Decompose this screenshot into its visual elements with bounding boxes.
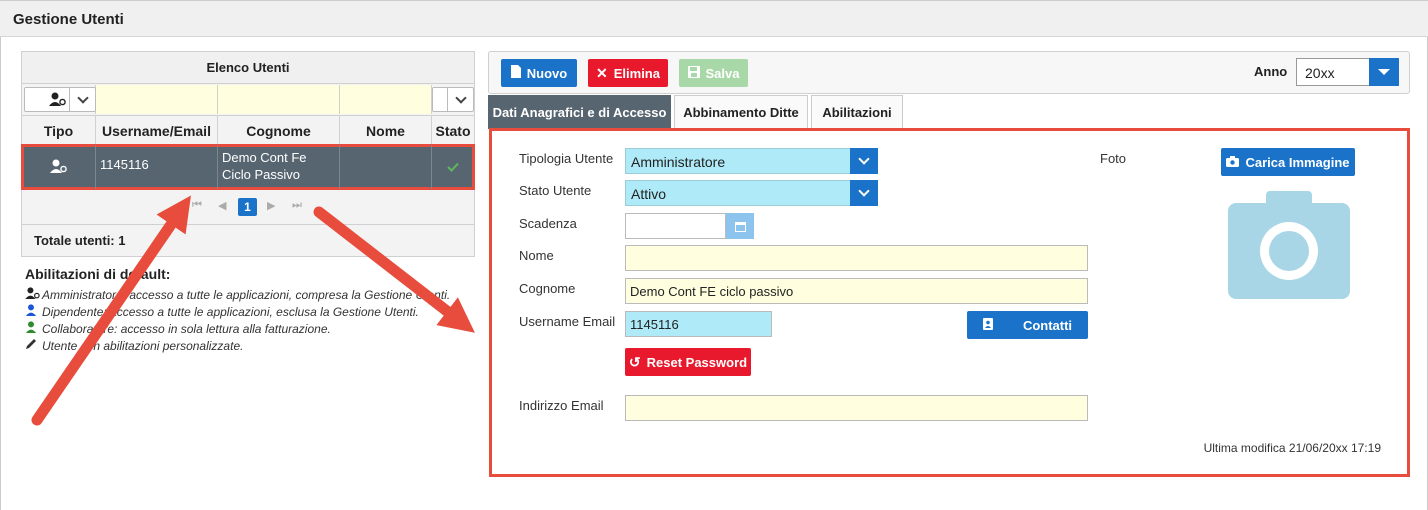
- new-button-label: Nuovo: [526, 65, 568, 81]
- tipologia-select[interactable]: Amministratore: [625, 148, 878, 174]
- list-item: Utente con abilitazioni personalizzate.: [25, 337, 465, 354]
- photo-placeholder-icon: [1228, 191, 1350, 302]
- header-bar: Gestione Utenti: [0, 0, 1428, 37]
- check-icon: [447, 160, 459, 175]
- year-select[interactable]: 20xx: [1296, 58, 1399, 86]
- username-filter-input[interactable]: [96, 85, 218, 114]
- save-icon: [687, 65, 700, 81]
- tab-dati-anagrafici[interactable]: Dati Anagrafici e di Accesso: [488, 95, 671, 129]
- stato-filter-select[interactable]: [432, 87, 474, 112]
- row-username: 1145116: [96, 145, 218, 189]
- tab-abilitazioni[interactable]: Abilitazioni: [811, 95, 903, 129]
- cognome-input[interactable]: Demo Cont FE ciclo passivo: [625, 278, 1088, 304]
- chevron-down-icon: [69, 88, 95, 111]
- defaults-item-text: Dipendente: accesso a tutte le applicazi…: [42, 304, 419, 319]
- collaborator-user-icon: [25, 321, 42, 336]
- column-header-cognome[interactable]: Cognome: [218, 116, 340, 146]
- calendar-icon[interactable]: [726, 213, 754, 239]
- upload-image-label: Carica Immagine: [1245, 154, 1350, 170]
- tipologia-label: Tipologia Utente: [519, 151, 614, 166]
- table-row[interactable]: 1145116 Demo Cont Fe Ciclo Passivo: [21, 144, 475, 190]
- filter-row: [22, 85, 474, 114]
- save-button[interactable]: Salva: [679, 59, 748, 87]
- reset-password-label: Reset Password: [646, 354, 748, 370]
- email-label: Indirizzo Email: [519, 398, 604, 413]
- close-icon: ✕: [596, 64, 608, 81]
- default-permissions: Abilitazioni di default: Amministratore:…: [25, 266, 465, 354]
- username-label: Username Email: [519, 314, 616, 329]
- toolbar: Nuovo ✕ Elimina Salva Anno 20xx: [488, 51, 1410, 94]
- username-input[interactable]: 1145116: [625, 311, 772, 337]
- page-title: Gestione Utenti: [13, 11, 124, 28]
- list-item: Amministratore: accesso a tutte le appli…: [25, 286, 465, 303]
- row-nome: [340, 145, 432, 189]
- defaults-item-text: Utente con abilitazioni personalizzate.: [42, 338, 244, 353]
- user-list-panel: Elenco Utenti Tipo Username/Email Cognom…: [21, 51, 475, 257]
- pencil-icon: [25, 338, 42, 353]
- contatti-label: Contatti: [1022, 317, 1073, 333]
- contatti-button[interactable]: Contatti: [967, 311, 1088, 339]
- next-page-icon[interactable]: ▶: [267, 199, 275, 212]
- foto-label: Foto: [1100, 151, 1127, 166]
- column-header-stato[interactable]: Stato: [432, 116, 474, 146]
- save-button-label: Salva: [705, 65, 740, 81]
- chevron-down-icon: [447, 88, 473, 111]
- caret-down-icon: [1369, 58, 1399, 86]
- user-list-title: Elenco Utenti: [22, 52, 474, 84]
- upload-image-button[interactable]: Carica Immagine: [1221, 148, 1355, 176]
- admin-user-icon: [49, 92, 67, 109]
- defaults-item-text: Collaboratore: accesso in sola lettura a…: [42, 321, 331, 336]
- column-header-username[interactable]: Username/Email: [96, 116, 218, 146]
- prev-page-icon[interactable]: ◀: [218, 199, 226, 212]
- delete-button-label: Elimina: [613, 65, 660, 81]
- chevron-down-icon: [850, 148, 878, 174]
- defaults-item-text: Amministratore: accesso a tutte le appli…: [42, 287, 451, 302]
- file-icon: [510, 65, 521, 81]
- list-item: Dipendente: accesso a tutte le applicazi…: [25, 303, 465, 320]
- tipo-filter-select[interactable]: [24, 87, 96, 112]
- reset-password-button[interactable]: ↺ Reset Password: [625, 348, 751, 376]
- last-page-icon[interactable]: ⏭: [292, 199, 302, 212]
- nome-label: Nome: [519, 248, 554, 263]
- delete-button[interactable]: ✕ Elimina: [588, 59, 668, 87]
- admin-user-icon: [49, 159, 68, 176]
- tab-abbinamento-ditte[interactable]: Abbinamento Ditte: [674, 95, 808, 129]
- defaults-heading: Abilitazioni di default:: [25, 266, 171, 282]
- pagination: ⏮ ◀ 1 ▶ ⏭: [22, 189, 474, 224]
- main-content: Elenco Utenti Tipo Username/Email Cognom…: [0, 37, 1428, 510]
- new-button[interactable]: Nuovo: [501, 59, 577, 87]
- column-header-nome[interactable]: Nome: [340, 116, 432, 146]
- first-page-icon[interactable]: ⏮: [192, 199, 202, 212]
- nome-filter-input[interactable]: [340, 85, 432, 114]
- undo-icon: ↺: [628, 353, 641, 370]
- column-header-tipo[interactable]: Tipo: [22, 116, 96, 146]
- table-header: Tipo Username/Email Cognome Nome Stato: [22, 115, 474, 146]
- employee-user-icon: [25, 304, 42, 319]
- scadenza-input[interactable]: [625, 213, 726, 239]
- stato-label: Stato Utente: [519, 183, 592, 198]
- cognome-label: Cognome: [519, 281, 576, 296]
- cognome-filter-input[interactable]: [218, 85, 340, 114]
- address-book-icon: [982, 317, 993, 333]
- total-users: Totale utenti: 1: [22, 224, 474, 256]
- year-value: 20xx: [1305, 65, 1335, 81]
- email-input[interactable]: [625, 395, 1088, 421]
- camera-icon: [1226, 155, 1240, 170]
- year-label: Anno: [1254, 64, 1288, 79]
- current-page-button[interactable]: 1: [238, 198, 257, 216]
- nome-input[interactable]: [625, 245, 1088, 271]
- tipologia-value: Amministratore: [631, 154, 726, 170]
- stato-select[interactable]: Attivo: [625, 180, 878, 206]
- scadenza-label: Scadenza: [519, 216, 577, 231]
- list-item: Collaboratore: accesso in sola lettura a…: [25, 320, 465, 337]
- user-form: Tipologia Utente Amministratore Stato Ut…: [489, 128, 1410, 477]
- admin-user-icon: [25, 287, 42, 302]
- stato-value: Attivo: [631, 186, 667, 202]
- row-cognome: Demo Cont Fe Ciclo Passivo: [218, 145, 340, 189]
- last-modified-text: Ultima modifica 21/06/20xx 17:19: [1203, 441, 1381, 455]
- chevron-down-icon: [850, 180, 878, 206]
